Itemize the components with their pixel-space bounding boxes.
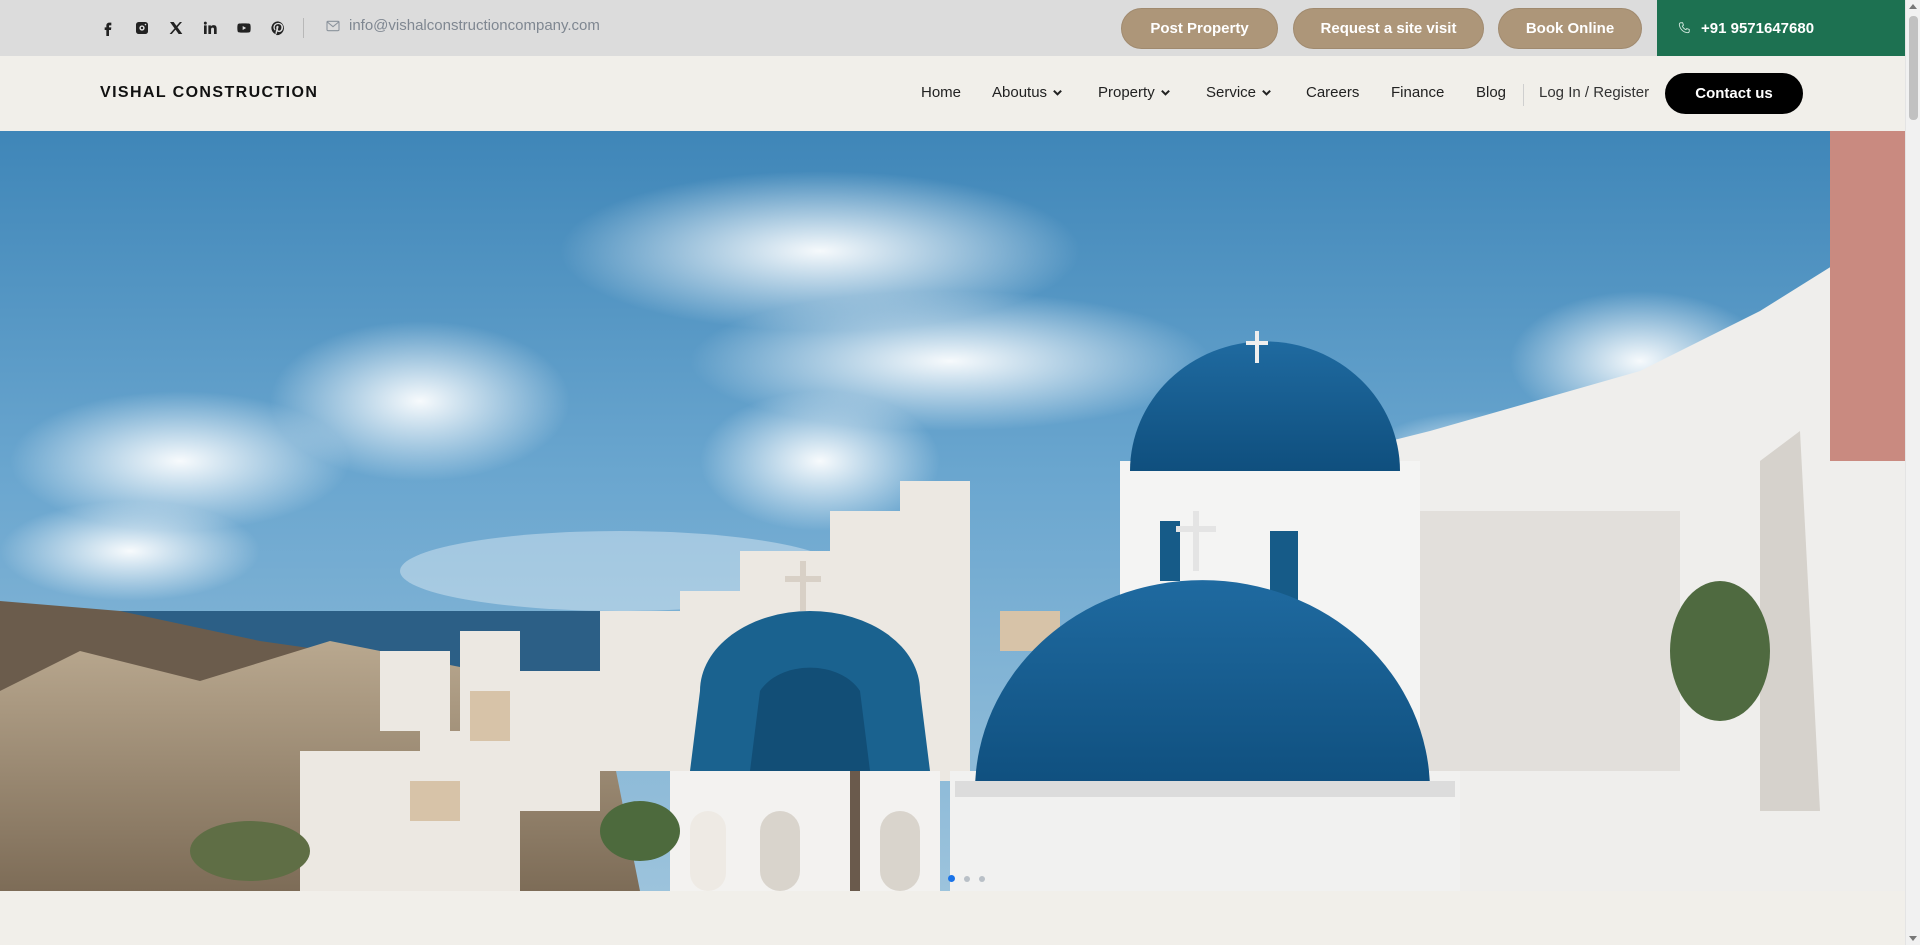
- scroll-thumb[interactable]: [1909, 16, 1918, 120]
- phone-number: +91 9571647680: [1701, 19, 1815, 37]
- chevron-down-icon: [1160, 89, 1170, 96]
- nav-label: Careers: [1306, 84, 1360, 101]
- topbar-divider: [303, 18, 304, 38]
- request-site-visit-button[interactable]: Request a site visit: [1293, 8, 1484, 49]
- nav-property[interactable]: Property: [1098, 84, 1171, 101]
- nav-label: Finance: [1391, 84, 1445, 101]
- instagram-icon[interactable]: [134, 17, 168, 39]
- slider-dot-1[interactable]: [948, 875, 955, 882]
- top-bar: info@vishalconstructioncompany.com Post …: [0, 0, 1905, 56]
- nav-label: Aboutus: [992, 84, 1048, 101]
- hero-slider[interactable]: [0, 131, 1905, 891]
- page-scrollbar[interactable]: [1905, 0, 1920, 945]
- scroll-up-icon[interactable]: [1909, 4, 1917, 9]
- social-links: [100, 17, 304, 39]
- email-link[interactable]: info@vishalconstructioncompany.com: [325, 17, 600, 34]
- slider-dots: [948, 875, 985, 882]
- facebook-icon[interactable]: [100, 17, 134, 39]
- nav-blog[interactable]: Blog: [1476, 84, 1506, 101]
- nav-label: Blog: [1476, 84, 1507, 101]
- hero-image: [0, 131, 1905, 891]
- post-property-button[interactable]: Post Property: [1121, 8, 1278, 49]
- slider-dot-3[interactable]: [979, 875, 985, 882]
- linkedin-icon[interactable]: [202, 17, 236, 39]
- nav-service[interactable]: Service: [1206, 84, 1272, 101]
- brand-logo[interactable]: VISHAL CONSTRUCTION: [100, 84, 318, 102]
- scroll-down-icon[interactable]: [1909, 936, 1917, 941]
- nav-divider: [1523, 84, 1524, 106]
- nav-label: Property: [1098, 84, 1155, 101]
- contact-us-button[interactable]: Contact us: [1665, 73, 1803, 114]
- phone-icon: [1678, 22, 1690, 34]
- nav-home[interactable]: Home: [921, 84, 961, 101]
- slider-dot-2[interactable]: [964, 875, 970, 882]
- x-icon[interactable]: [168, 17, 202, 39]
- chevron-down-icon: [1262, 89, 1271, 96]
- book-online-button[interactable]: Book Online: [1498, 8, 1642, 49]
- mail-icon: [326, 20, 340, 31]
- nav-careers[interactable]: Careers: [1306, 84, 1359, 101]
- pinterest-icon[interactable]: [270, 17, 304, 39]
- nav-aboutus[interactable]: Aboutus: [992, 84, 1063, 101]
- nav-label: Service: [1206, 84, 1257, 101]
- nav-label: Home: [921, 84, 962, 101]
- youtube-icon[interactable]: [236, 17, 270, 39]
- phone-link[interactable]: +91 9571647680: [1657, 0, 1905, 56]
- login-register-link[interactable]: Log In / Register: [1539, 84, 1649, 101]
- nav-finance[interactable]: Finance: [1391, 84, 1444, 101]
- email-text: info@vishalconstructioncompany.com: [349, 17, 600, 34]
- chevron-down-icon: [1053, 89, 1062, 96]
